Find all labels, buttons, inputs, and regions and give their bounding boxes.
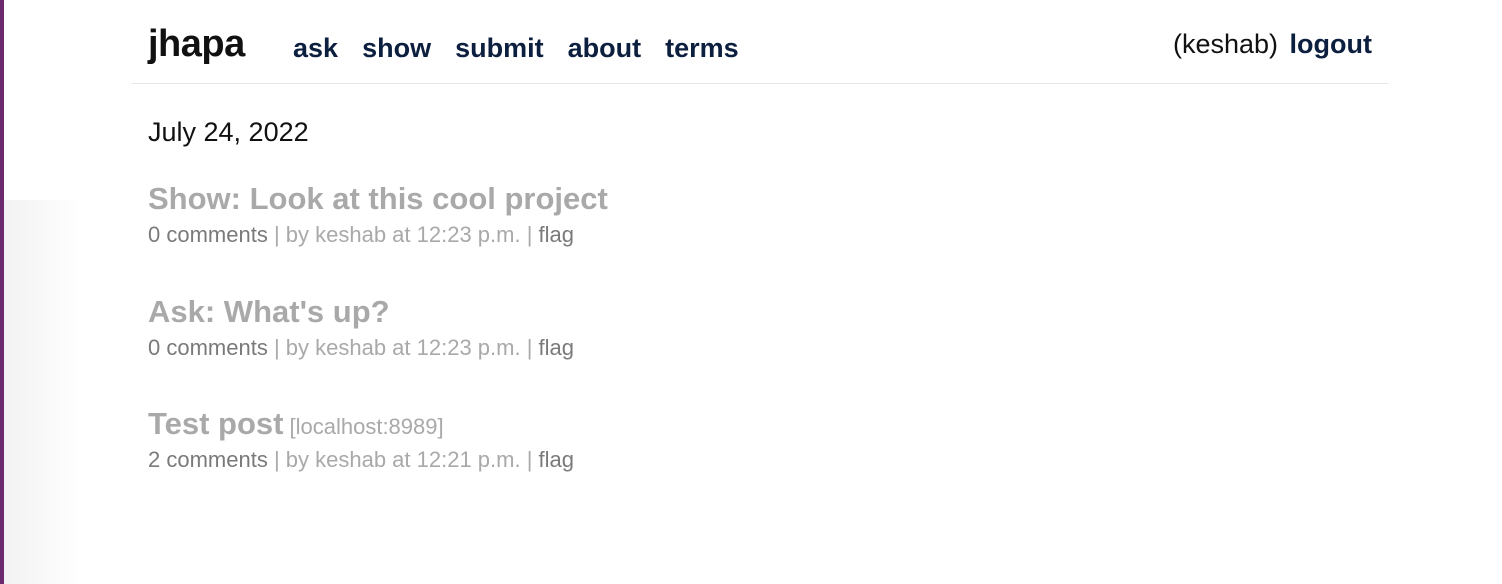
post-meta: 2 comments | by keshab at 12:21 p.m. | f… (148, 445, 614, 475)
nav-terms[interactable]: terms (665, 30, 739, 66)
main-nav: ask show submit about terms (293, 30, 739, 66)
post-byline: | by keshab at 12:23 p.m. | (267, 222, 539, 247)
post-meta: 0 comments | by keshab at 12:23 p.m. | f… (148, 333, 614, 363)
post-title-link[interactable]: Ask: What's up? (148, 294, 390, 329)
flag-link[interactable]: flag (539, 447, 574, 472)
username-label: (keshab) (1172, 29, 1279, 59)
post-title-link[interactable]: Test post (148, 406, 284, 441)
logout-link[interactable]: logout (1290, 29, 1372, 59)
list-item: Test post [localhost:8989] 2 comments | b… (148, 403, 614, 516)
comments-link[interactable]: 0 comments (148, 222, 268, 247)
site-logo[interactable]: jhapa (148, 22, 245, 66)
post-title-link[interactable]: Show: Look at this cool project (148, 181, 608, 216)
nav-about[interactable]: about (568, 30, 642, 66)
post-byline: | by keshab at 12:21 p.m. | (267, 447, 539, 472)
list-item: Ask: What's up? 0 comments | by keshab a… (148, 291, 614, 404)
page-container: jhapa ask show submit about terms (kesha… (132, 0, 1388, 472)
nav-show[interactable]: show (362, 30, 431, 66)
flag-link[interactable]: flag (539, 335, 574, 360)
user-box: (keshab) logout (1173, 26, 1372, 62)
post-domain: [localhost:8989] (289, 414, 444, 439)
site-header: jhapa ask show submit about terms (kesha… (132, 0, 1388, 84)
post-list: Show: Look at this cool project 0 commen… (148, 178, 614, 516)
nav-submit[interactable]: submit (455, 30, 544, 66)
date-heading: July 24, 2022 (148, 117, 309, 147)
list-item: Show: Look at this cool project 0 commen… (148, 178, 614, 291)
comments-link[interactable]: 2 comments (148, 447, 268, 472)
window-shadow (4, 200, 84, 584)
post-meta: 0 comments | by keshab at 12:23 p.m. | f… (148, 220, 614, 250)
nav-ask[interactable]: ask (293, 30, 338, 66)
post-byline: | by keshab at 12:23 p.m. | (267, 334, 539, 360)
comments-link[interactable]: 0 comments (148, 335, 268, 360)
flag-link[interactable]: flag (539, 222, 574, 247)
